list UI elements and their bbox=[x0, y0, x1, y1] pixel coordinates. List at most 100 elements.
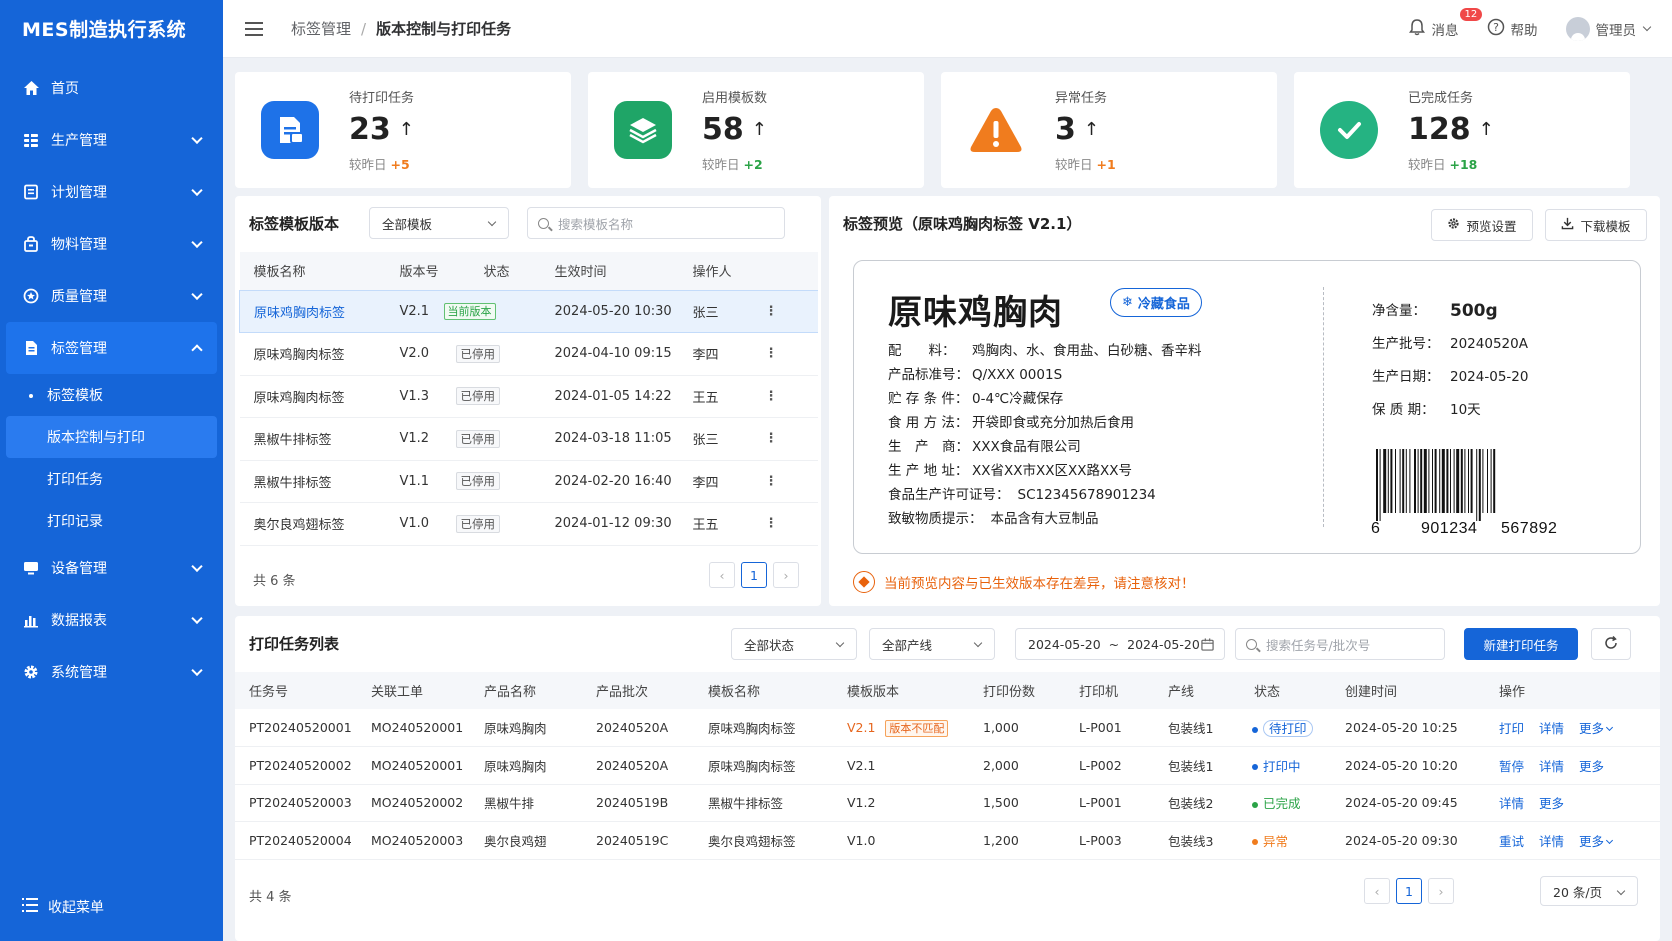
cell-status: 已停用 bbox=[443, 417, 541, 461]
cell-actions: 暂停 详情 更多 bbox=[1485, 746, 1660, 785]
column-header: 模板名称 bbox=[239, 252, 386, 290]
column-header: 状态 bbox=[1240, 672, 1331, 709]
action-link[interactable]: 详情 bbox=[1499, 796, 1524, 811]
arrow-up-icon: ↑ bbox=[1478, 119, 1494, 140]
cold-storage-badge: ❄ 冷藏食品 bbox=[1110, 288, 1202, 317]
messages-button[interactable]: 消息 12 bbox=[1408, 8, 1483, 40]
menu-toggle-icon[interactable] bbox=[245, 21, 263, 36]
prev-page-button[interactable]: ‹ bbox=[1364, 878, 1390, 904]
sidebar-item-system[interactable]: 系统管理 bbox=[0, 646, 223, 698]
more-actions-icon[interactable]: ⋮ bbox=[765, 516, 778, 531]
refresh-button[interactable] bbox=[1591, 628, 1631, 660]
status-filter-select[interactable]: 全部状态 bbox=[731, 628, 857, 660]
sidebar-item-material[interactable]: 物料管理 bbox=[0, 218, 223, 270]
sidebar-sub-print-task[interactable]: 打印任务 bbox=[0, 458, 223, 500]
action-link[interactable]: 更多 bbox=[1579, 759, 1604, 774]
panel-title: 打印任务列表 bbox=[249, 635, 340, 653]
sidebar-sub-print-record[interactable]: 打印记录 bbox=[0, 500, 223, 542]
preview-settings-button[interactable]: 预览设置 bbox=[1431, 209, 1533, 241]
label-field-key: 食品生产许可证号： bbox=[888, 487, 1010, 503]
more-actions-icon[interactable]: ⋮ bbox=[765, 474, 778, 489]
status-dot bbox=[1252, 801, 1258, 808]
cell-version: V2.1 bbox=[833, 746, 969, 785]
sidebar-item-report[interactable]: 数据报表 bbox=[0, 594, 223, 646]
breadcrumb-separator: / bbox=[361, 20, 367, 38]
sidebar-item-label: 设备管理 bbox=[51, 561, 107, 577]
more-actions-icon[interactable]: ⋮ bbox=[765, 431, 778, 446]
cell-created: 2024-05-20 10:25 bbox=[1331, 709, 1485, 747]
sidebar-item-production[interactable]: 生产管理 bbox=[0, 114, 223, 166]
sidebar-sub-version-control[interactable]: 版本控制与打印 bbox=[6, 416, 217, 458]
table-row[interactable]: PT20240520002 MO240520001 原味鸡胸肉 20240520A 原味… bbox=[235, 746, 1660, 785]
breadcrumb-item[interactable]: 标签管理 bbox=[291, 20, 351, 38]
action-link[interactable]: 更多 bbox=[1579, 834, 1604, 849]
download-template-button[interactable]: 下载模板 bbox=[1545, 209, 1647, 241]
chevron-down-icon bbox=[1616, 886, 1626, 896]
sidebar-sub-label-template[interactable]: 标签模板 bbox=[0, 374, 223, 416]
page-number[interactable]: 1 bbox=[741, 562, 767, 588]
new-print-task-button[interactable]: 新建打印任务 bbox=[1464, 628, 1578, 660]
stat-card-templates: 启用模板数 58 ↑ 较昨日 +2 bbox=[588, 72, 924, 188]
table-row[interactable]: 原味鸡胸肉标签 V1.3 已停用 2024-01-05 14:22 王五 ⋮ bbox=[239, 375, 818, 418]
table-row[interactable]: 原味鸡胸肉标签 V2.1 当前版本 2024-05-20 10:30 张三 ⋮ bbox=[239, 289, 818, 333]
action-link[interactable]: 详情 bbox=[1539, 721, 1564, 736]
cell-status: 当前版本 bbox=[443, 289, 541, 333]
action-link[interactable]: 详情 bbox=[1539, 834, 1564, 849]
user-menu[interactable]: 管理员 bbox=[1565, 17, 1652, 41]
action-link[interactable]: 打印 bbox=[1499, 721, 1524, 736]
table-row[interactable]: PT20240520003 MO240520002 黑椒牛排 20240519B 黑椒牛… bbox=[235, 784, 1660, 822]
divider bbox=[1323, 287, 1324, 527]
label-field-value: 10天 bbox=[1450, 402, 1481, 418]
stat-compare-label: 较昨日 bbox=[702, 157, 740, 172]
more-actions-icon[interactable]: ⋮ bbox=[765, 346, 778, 361]
production-icon bbox=[22, 131, 40, 149]
chevron-down-icon bbox=[1606, 723, 1614, 732]
cell-task-id: PT20240520002 bbox=[235, 746, 357, 785]
warning-text: 当前预览内容与已生效版本存在差异，请注意核对！ bbox=[884, 576, 1195, 592]
action-link[interactable]: 更多 bbox=[1539, 796, 1564, 811]
cell-batch: 20240519B bbox=[582, 784, 694, 822]
page-size-select[interactable]: 20 条/页 bbox=[1540, 876, 1638, 906]
barcode-digit: 901234 bbox=[1421, 520, 1477, 535]
select-value: 全部产线 bbox=[882, 637, 933, 653]
cell-created: 2024-05-20 09:30 bbox=[1331, 821, 1485, 860]
sidebar-item-device[interactable]: 设备管理 bbox=[0, 542, 223, 594]
action-link[interactable]: 暂停 bbox=[1499, 759, 1524, 774]
table-row[interactable]: 黑椒牛排标签 V1.2 已停用 2024-03-18 11:05 张三 ⋮ bbox=[239, 417, 818, 461]
more-actions-icon[interactable]: ⋮ bbox=[765, 389, 778, 404]
date-range-picker[interactable]: 2024-05-20 ~2024-05-20 bbox=[1015, 628, 1225, 660]
job-search-input[interactable]: 搜索任务号/批次号 bbox=[1235, 628, 1445, 660]
label-field-key: 生 产 地 址： bbox=[888, 463, 969, 479]
sidebar-item-quality[interactable]: 质量管理 bbox=[0, 270, 223, 322]
sidebar-item-home[interactable]: 首页 bbox=[0, 62, 223, 114]
date-to: 2024-05-20 bbox=[1127, 636, 1200, 652]
help-button[interactable]: ? 帮助 bbox=[1487, 18, 1538, 40]
action-link[interactable]: 更多 bbox=[1579, 721, 1604, 736]
action-link[interactable]: 重试 bbox=[1499, 834, 1524, 849]
cell-created: 2024-05-20 10:20 bbox=[1331, 746, 1485, 785]
cell-status: 异常 bbox=[1240, 821, 1331, 860]
cell-operator: 张三 bbox=[678, 417, 751, 461]
next-page-button[interactable]: › bbox=[773, 562, 799, 588]
sidebar-item-label-management[interactable]: 标签管理 bbox=[6, 322, 217, 374]
prev-page-button[interactable]: ‹ bbox=[709, 562, 735, 588]
check-circle-icon bbox=[1320, 101, 1378, 159]
sidebar-item-label: 物料管理 bbox=[51, 237, 107, 253]
table-row[interactable]: 黑椒牛排标签 V1.1 已停用 2024-02-20 16:40 李四 ⋮ bbox=[239, 460, 818, 503]
table-row[interactable]: 原味鸡胸肉标签 V2.0 已停用 2024-04-10 09:15 李四 ⋮ bbox=[239, 332, 818, 376]
cell-product: 原味鸡胸肉 bbox=[470, 709, 582, 747]
label-field: 生产日期： 2024-05-20 bbox=[1372, 361, 1528, 394]
table-row[interactable]: 奥尔良鸡翅标签 V1.0 已停用 2024-01-12 09:30 王五 ⋮ bbox=[239, 502, 818, 546]
sidebar-item-plan[interactable]: 计划管理 bbox=[0, 166, 223, 218]
line-filter-select[interactable]: 全部产线 bbox=[869, 628, 995, 660]
template-search-input[interactable]: 搜索模板名称 bbox=[527, 207, 785, 239]
table-row[interactable]: PT20240520004 MO240520003 奥尔良鸡翅 20240519C 奥尔… bbox=[235, 821, 1660, 860]
template-filter-select[interactable]: 全部模板 bbox=[369, 207, 509, 239]
collapse-menu-button[interactable]: 收起菜单 bbox=[22, 897, 104, 917]
page-number[interactable]: 1 bbox=[1396, 878, 1422, 904]
table-row[interactable]: PT20240520001 MO240520001 原味鸡胸肉 20240520A 原味… bbox=[235, 709, 1660, 747]
next-page-button[interactable]: › bbox=[1428, 878, 1454, 904]
more-actions-icon[interactable]: ⋮ bbox=[765, 304, 778, 319]
action-link[interactable]: 详情 bbox=[1539, 759, 1564, 774]
label-field-key: 贮 存 条 件： bbox=[888, 391, 969, 407]
